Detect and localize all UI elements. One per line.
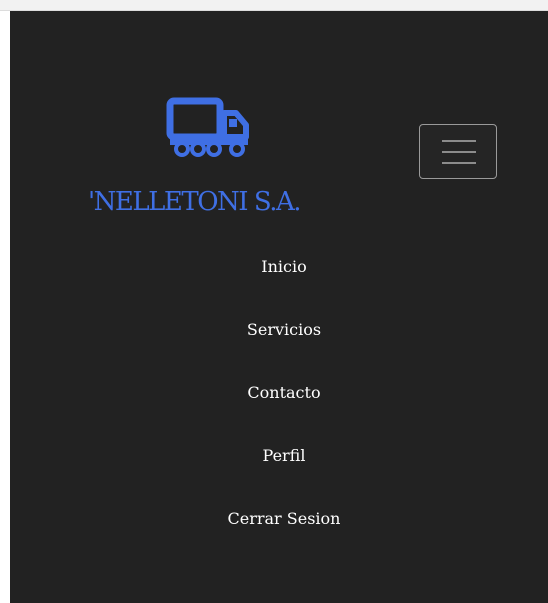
nav-item-perfil: Perfil [10,435,548,498]
nav-link-inicio[interactable]: Inicio [261,246,306,277]
nav-link-contacto[interactable]: Contacto [247,372,320,403]
nav-item-contacto: Contacto [10,372,548,435]
nav-item-inicio: Inicio [10,246,548,309]
nav-link-cerrar-sesion[interactable]: Cerrar Sesion [228,498,341,529]
nav-item-cerrar-sesion: Cerrar Sesion [10,498,548,561]
nav-link-perfil[interactable]: Perfil [263,435,306,466]
page: 'NELLETONI S.A. Inicio Servicios Contact… [0,0,548,603]
browser-top-edge [0,0,548,11]
brand-link[interactable]: 'NELLETONI S.A. [88,97,348,237]
nav-link-servicios[interactable]: Servicios [247,309,321,340]
nav-menu: Inicio Servicios Contacto Perfil Cerrar … [10,246,548,561]
navbar: 'NELLETONI S.A. Inicio Servicios Contact… [10,11,548,603]
hamburger-bar [442,162,476,164]
brand-name: 'NELLETONI S.A. [88,187,302,217]
nav-item-servicios: Servicios [10,309,548,372]
hamburger-bar [442,140,476,142]
navbar-toggler-button[interactable] [419,124,497,179]
truck-icon [166,97,249,157]
hamburger-bar [442,151,476,153]
